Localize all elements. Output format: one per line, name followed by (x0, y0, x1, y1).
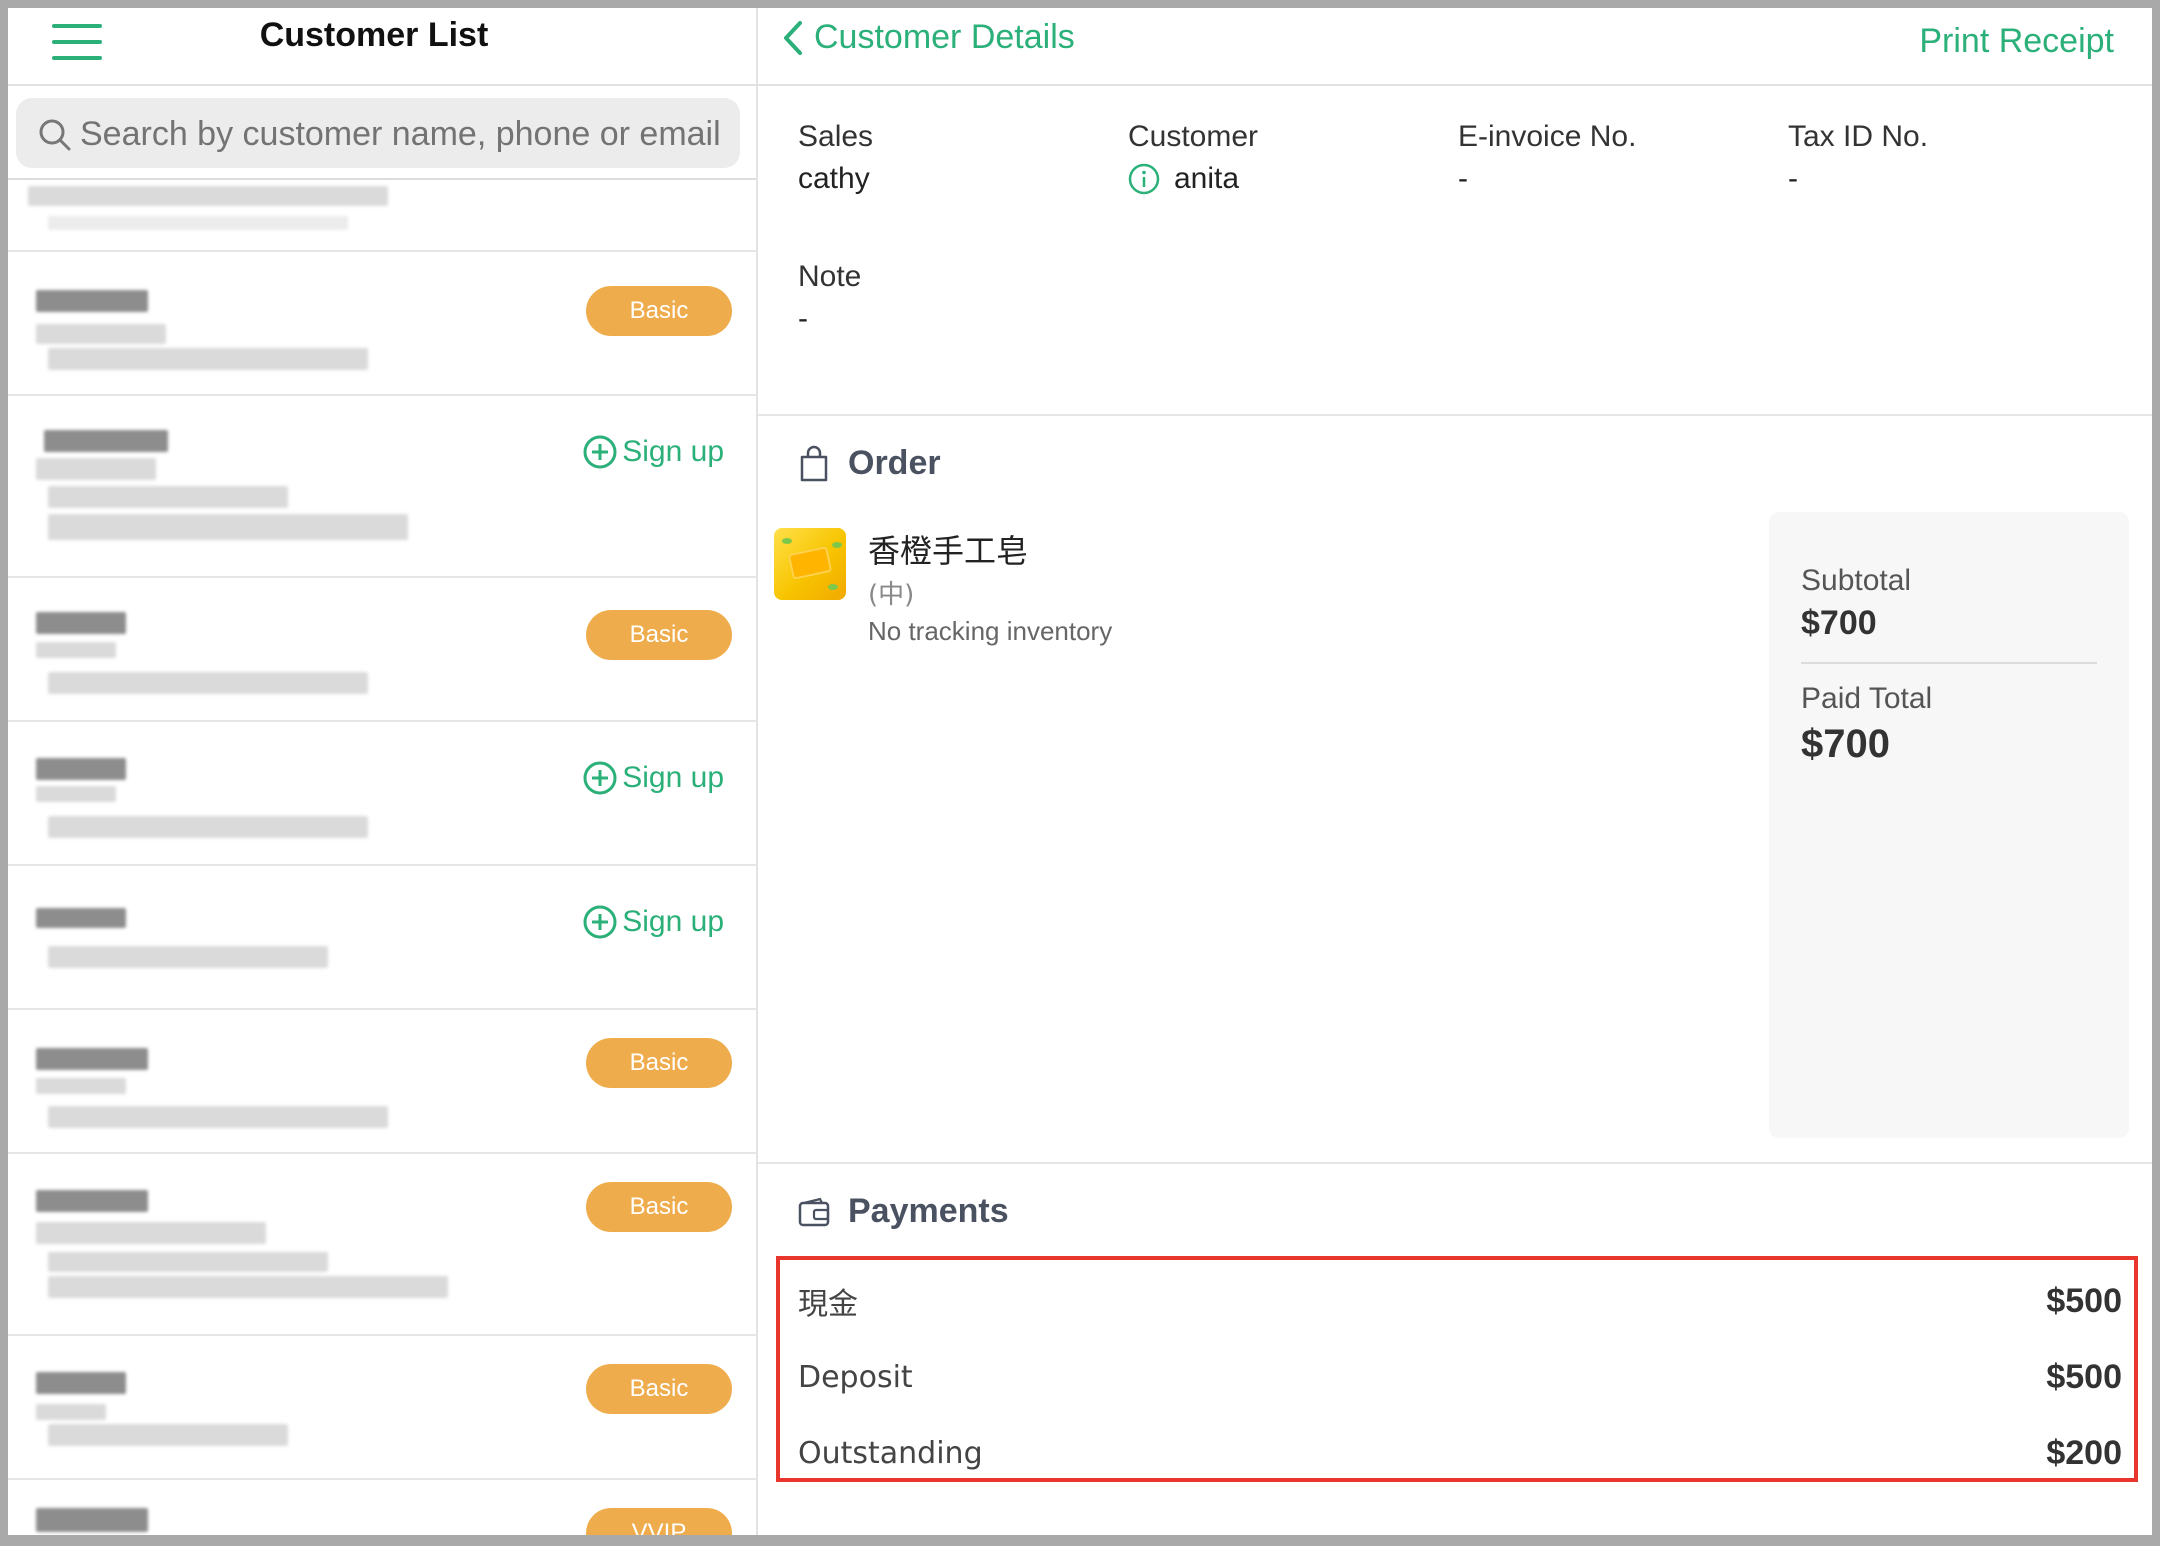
list-item[interactable]: Sign up (8, 864, 756, 1010)
payments-list: 現金 $500 Deposit $500 Outstanding $200 (776, 1256, 2138, 1482)
payment-label: 現金 (798, 1287, 858, 1322)
payment-amount: $500 (2046, 1357, 2122, 1396)
sign-up-button[interactable]: Sign up (582, 756, 724, 800)
wallet-icon (798, 1197, 830, 1226)
status-badge: Basic (586, 1182, 732, 1232)
summary-divider (1801, 662, 2097, 664)
payment-label: Outstanding (798, 1435, 983, 1471)
list-item[interactable]: Sign up (8, 394, 756, 578)
search-input[interactable] (78, 106, 732, 162)
sales-field: Sales cathy (798, 120, 1118, 196)
app-screen: Customer List Basic (8, 8, 2152, 1535)
status-badge: Basic (586, 1364, 732, 1414)
payment-amount: $500 (2046, 1281, 2122, 1320)
list-item[interactable] (8, 180, 756, 252)
einvoice-value: - (1458, 162, 1468, 195)
order-item-inventory-note: No tracking inventory (868, 616, 1113, 646)
paid-total-value: $700 (1801, 722, 1890, 766)
subtotal-value: $700 (1801, 604, 1877, 642)
sign-up-button[interactable]: Sign up (582, 430, 724, 474)
status-badge: Basic (586, 286, 732, 336)
search-icon (39, 119, 71, 151)
taxid-field: Tax ID No. - (1788, 120, 2108, 196)
customer-value: anita (1174, 162, 1240, 195)
customer-details-pane: Customer Details Print Receipt Sales cat… (758, 8, 2152, 1535)
customer-field: Customer anita (1128, 120, 1448, 196)
payment-row: Outstanding $200 (798, 1428, 2122, 1478)
sign-up-label: Sign up (622, 761, 724, 794)
shopping-bag-icon (800, 445, 828, 481)
back-label: Customer Details (814, 18, 1075, 56)
list-item[interactable]: Basic (8, 1152, 756, 1336)
taxid-value: - (1788, 162, 1798, 195)
note-label: Note (798, 260, 862, 293)
list-item[interactable]: Sign up (8, 720, 756, 866)
product-thumbnail (774, 528, 846, 600)
payments-section-title: Payments (798, 1192, 1009, 1231)
status-badge: Basic (586, 1038, 732, 1088)
back-button[interactable]: Customer Details (782, 18, 1075, 57)
info-icon[interactable] (1128, 163, 1160, 195)
customer-list-title: Customer List (259, 16, 489, 54)
list-item[interactable]: Basic (8, 250, 756, 396)
list-item[interactable]: Basic (8, 576, 756, 722)
payment-amount: $200 (2046, 1433, 2122, 1472)
chevron-left-icon (784, 20, 802, 55)
customer-list-pane: Customer List Basic (8, 8, 758, 1535)
search-box[interactable] (16, 98, 740, 168)
sign-up-label: Sign up (622, 905, 724, 938)
sign-up-button[interactable]: Sign up (582, 900, 724, 944)
customer-list-header: Customer List (8, 8, 756, 86)
order-item-variant: (中) (868, 580, 915, 610)
order-summary: Subtotal $700 Paid Total $700 (1769, 512, 2129, 1138)
order-section-title: Order (798, 444, 941, 483)
details-header: Customer Details Print Receipt (758, 8, 2152, 86)
customer-label: Customer (1128, 120, 1259, 153)
print-receipt-button[interactable]: Print Receipt (1919, 22, 2114, 61)
sales-label: Sales (798, 120, 874, 153)
status-badge: VVIP (586, 1508, 732, 1535)
payment-row: 現金 $500 (798, 1276, 2122, 1326)
list-item[interactable]: VVIP (8, 1478, 756, 1535)
payment-row: Deposit $500 (798, 1352, 2122, 1402)
sales-value: cathy (798, 162, 870, 195)
list-item[interactable]: Basic (8, 1008, 756, 1154)
search-bar (8, 86, 756, 180)
einvoice-label: E-invoice No. (1458, 120, 1637, 153)
paid-total-label: Paid Total (1801, 682, 1933, 715)
note-field: Note - (798, 260, 861, 336)
divider (758, 414, 2152, 416)
order-item-name: 香橙手工皂 (868, 532, 1029, 570)
list-item[interactable]: Basic (8, 1334, 756, 1480)
note-value: - (798, 302, 808, 335)
taxid-label: Tax ID No. (1788, 120, 1929, 153)
plus-circle-icon (583, 761, 617, 795)
divider (758, 1162, 2152, 1164)
einvoice-field: E-invoice No. - (1458, 120, 1778, 196)
plus-circle-icon (583, 435, 617, 469)
plus-circle-icon (583, 905, 617, 939)
payment-label: Deposit (798, 1359, 913, 1395)
subtotal-label: Subtotal (1801, 564, 1912, 597)
sign-up-label: Sign up (622, 435, 724, 468)
status-badge: Basic (586, 610, 732, 660)
